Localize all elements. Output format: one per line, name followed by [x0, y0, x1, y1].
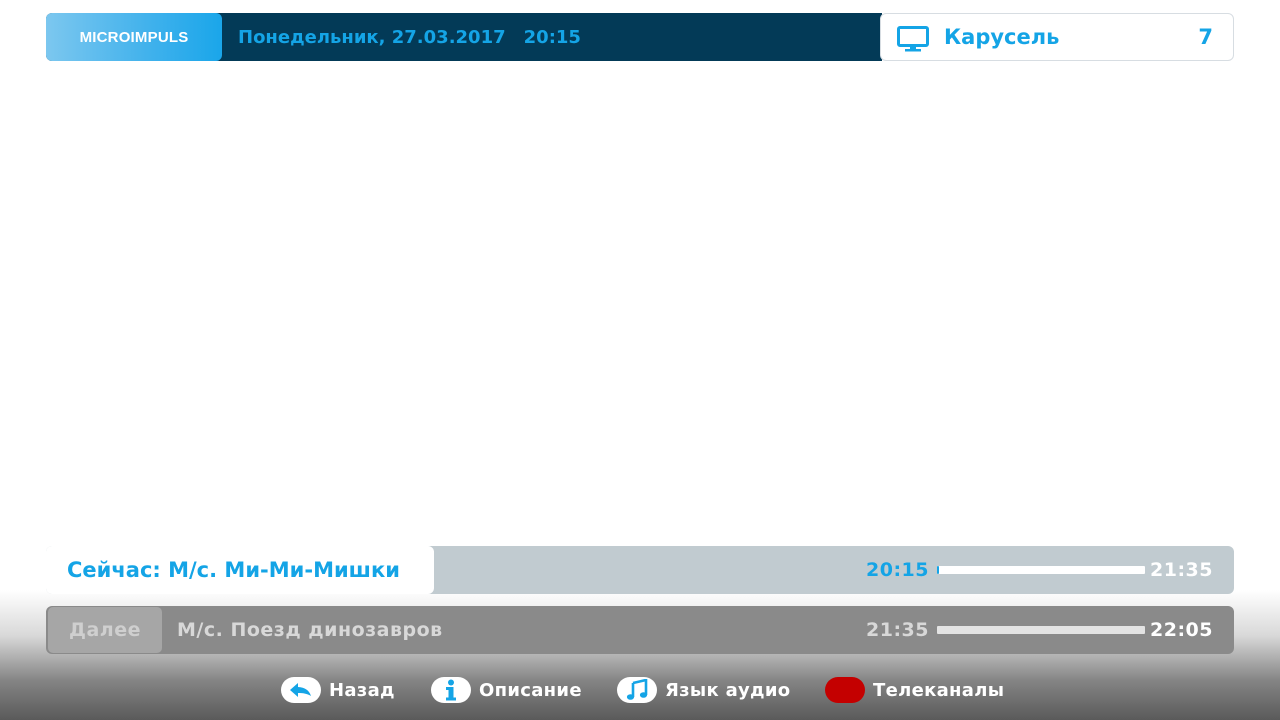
- channel-name: Карусель: [944, 25, 1060, 49]
- next-start-time: 21:35: [866, 619, 929, 641]
- tv-icon: [897, 26, 929, 52]
- now-program-title: Сейчас: М/с. Ми-Ми-Мишки: [46, 546, 434, 594]
- hint-channels-label: Телеканалы: [873, 679, 1005, 701]
- info-icon: [431, 677, 471, 703]
- channel-info[interactable]: Карусель 7: [880, 13, 1234, 61]
- now-start-time: 20:15: [866, 559, 929, 581]
- back-arrow-icon: [281, 677, 321, 703]
- hint-back[interactable]: Назад: [281, 676, 395, 704]
- brand-logo: MICROIMPULS: [46, 13, 222, 61]
- next-tag: Далее: [48, 607, 162, 653]
- red-key-icon: [825, 677, 865, 703]
- hint-channels[interactable]: Телеканалы: [825, 676, 1004, 704]
- date-time: Понедельник, 27.03.2017 20:15: [238, 13, 581, 61]
- hint-info[interactable]: Описание: [431, 676, 582, 704]
- next-program-row[interactable]: Далее М/с. Поезд динозавров 21:35 22:05: [46, 606, 1234, 654]
- remote-hints: Назад Описание Язык аудио Телеканалы: [0, 676, 1280, 704]
- music-note-icon: [617, 677, 657, 703]
- current-date: Понедельник, 27.03.2017: [238, 26, 506, 48]
- next-program-title: М/с. Поезд динозавров: [177, 619, 443, 641]
- channel-number: 7: [1198, 25, 1213, 49]
- next-progress-bar: [937, 626, 1145, 634]
- hint-audio-label: Язык аудио: [665, 679, 791, 701]
- info-header: MICROIMPULS Понедельник, 27.03.2017 20:15: [46, 13, 882, 61]
- hint-info-label: Описание: [479, 679, 582, 701]
- now-progress-fill: [937, 566, 939, 574]
- hint-back-label: Назад: [329, 679, 395, 701]
- now-progress-bar: [937, 566, 1145, 574]
- hint-audio[interactable]: Язык аудио: [617, 676, 790, 704]
- now-program-row[interactable]: Сейчас: М/с. Ми-Ми-Мишки 20:15 21:35: [46, 546, 1234, 594]
- next-end-time: 22:05: [1150, 619, 1213, 641]
- now-end-time: 21:35: [1150, 559, 1213, 581]
- current-time: 20:15: [523, 26, 581, 48]
